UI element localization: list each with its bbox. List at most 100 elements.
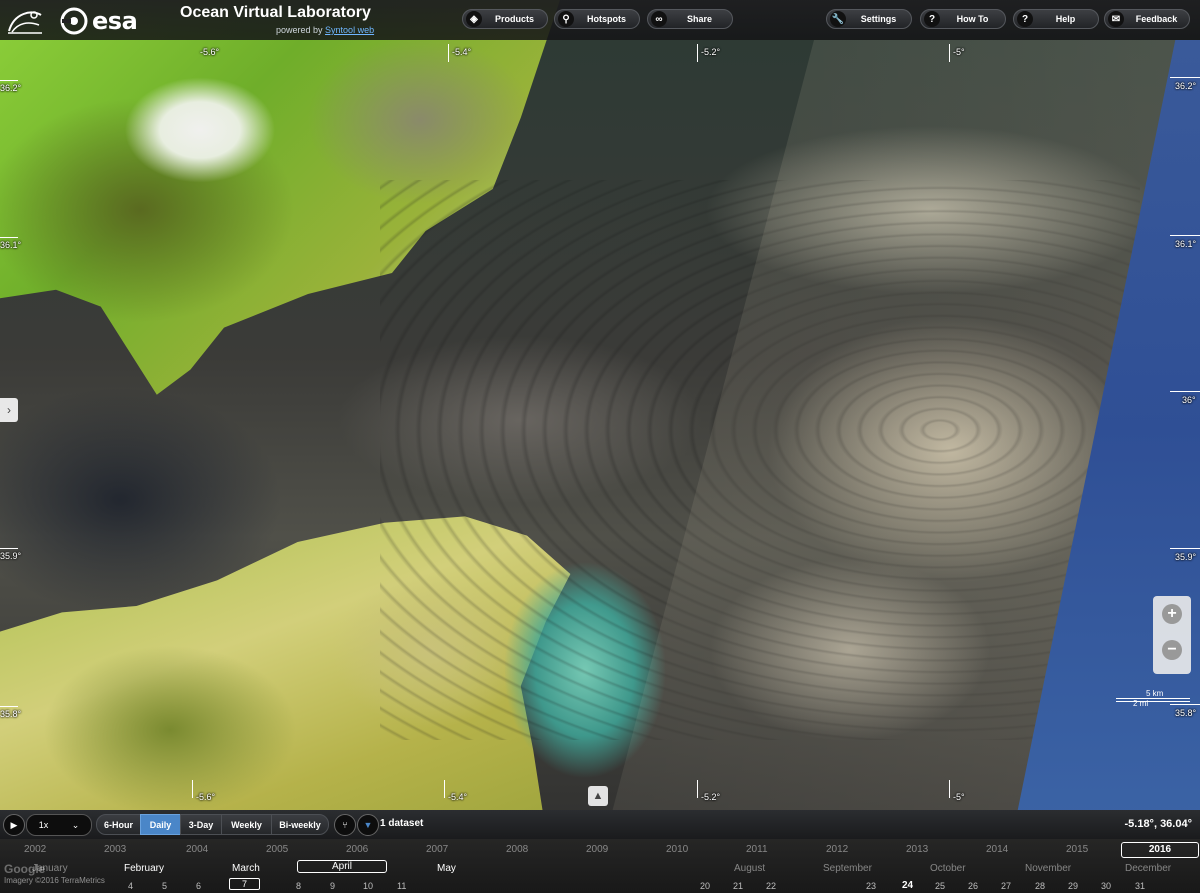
products-button[interactable]: ◈ Products (462, 9, 548, 29)
map-pin-icon: ⚲ (558, 11, 574, 27)
month-label[interactable]: March (232, 863, 260, 874)
current-year[interactable]: 2016 (1121, 842, 1199, 858)
settings-button-label: Settings (860, 14, 897, 24)
hotspots-button[interactable]: ⚲ Hotspots (554, 9, 640, 29)
day-label[interactable]: 30 (1101, 881, 1111, 891)
year-label[interactable]: 2014 (986, 844, 1008, 855)
month-label[interactable]: May (437, 863, 456, 874)
side-panel-toggle[interactable]: › (0, 398, 18, 422)
timeline-strip[interactable]: 2002 2003 2004 2005 2006 2007 2008 2009 … (0, 839, 1200, 893)
link-icon: ∞ (651, 11, 667, 27)
day-label[interactable]: 4 (128, 881, 133, 891)
zoom-in-button[interactable]: + (1162, 604, 1182, 624)
zoom-out-button[interactable]: − (1162, 640, 1182, 660)
howto-button[interactable]: ? How To (920, 9, 1006, 29)
period-3day[interactable]: 3-Day (180, 814, 222, 835)
day-label[interactable]: 31 (1135, 881, 1145, 891)
year-label[interactable]: 2012 (826, 844, 848, 855)
plus-icon: + (1167, 605, 1177, 622)
filter-button[interactable]: ▼ (357, 814, 379, 836)
year-label[interactable]: 2015 (1066, 844, 1088, 855)
grid-tick (949, 780, 950, 798)
year-label[interactable]: 2010 (666, 844, 688, 855)
scale-mi-label: 2 mi (1133, 699, 1149, 708)
chevron-down-icon: ⌄ (71, 819, 80, 830)
day-label[interactable]: 25 (935, 881, 945, 891)
day-label[interactable]: 9 (330, 881, 335, 891)
period-6hour[interactable]: 6-Hour (96, 814, 141, 835)
lon-label-bottom: -5.6° (196, 792, 216, 802)
day-label[interactable]: 10 (363, 881, 373, 891)
year-label[interactable]: 2013 (906, 844, 928, 855)
grid-tick (949, 44, 950, 62)
day-label[interactable]: 20 (700, 881, 710, 891)
question-icon: ? (924, 11, 940, 27)
year-label[interactable]: 2005 (266, 844, 288, 855)
play-button[interactable]: ▶ (3, 814, 25, 836)
year-label[interactable]: 2003 (104, 844, 126, 855)
syntool-link[interactable]: Syntool web (325, 25, 374, 35)
year-label[interactable]: 2006 (346, 844, 368, 855)
year-label[interactable]: 2009 (586, 844, 608, 855)
day-label[interactable]: 11 (397, 881, 406, 891)
grid-tick (697, 44, 698, 62)
day-label[interactable]: 5 (162, 881, 167, 891)
selected-day[interactable]: 7 (229, 878, 261, 890)
products-button-label: Products (494, 14, 534, 24)
speed-select[interactable]: 1x ⌄ (26, 814, 92, 836)
day-label[interactable]: 8 (296, 881, 301, 891)
grid-tick (0, 706, 18, 707)
wrench-icon: 🔧 (830, 11, 846, 27)
day-label[interactable]: 22 (766, 881, 776, 891)
highlighted-day[interactable]: 24 (902, 880, 913, 891)
powered-by: powered by Syntool web (276, 25, 374, 35)
lat-label-left: 36.2° (0, 83, 22, 93)
grid-tick (1170, 235, 1200, 236)
period-biweekly[interactable]: Bi-weekly (271, 814, 329, 835)
feedback-button[interactable]: ✉ Feedback (1104, 9, 1190, 29)
year-label[interactable]: 2011 (746, 844, 768, 855)
period-daily[interactable]: Daily (140, 814, 181, 835)
grid-tick (192, 780, 193, 798)
layers-icon: ◈ (466, 11, 482, 27)
grid-tick (1170, 391, 1200, 392)
help-button[interactable]: ? Help (1013, 9, 1099, 29)
expand-timeline-button[interactable]: ▲ (588, 786, 608, 806)
day-label[interactable]: 29 (1068, 881, 1078, 891)
map-canvas[interactable] (0, 0, 1200, 893)
day-label[interactable]: 23 (866, 881, 876, 891)
month-label[interactable]: February (124, 863, 164, 874)
month-label[interactable]: September (823, 863, 872, 874)
scale-km-label: 5 km (1146, 689, 1164, 698)
year-label[interactable]: 2008 (506, 844, 528, 855)
month-label[interactable]: October (930, 863, 966, 874)
year-label[interactable]: 2004 (186, 844, 208, 855)
day-label[interactable]: 27 (1001, 881, 1011, 891)
period-weekly[interactable]: Weekly (221, 814, 272, 835)
day-label[interactable]: 21 (733, 881, 743, 891)
selected-month[interactable]: April (297, 860, 388, 873)
triangle-up-icon: ▲ (592, 790, 604, 802)
month-label[interactable]: November (1025, 863, 1071, 874)
lat-label-left: 35.9° (0, 551, 22, 561)
lon-label-bottom: -5.2° (701, 792, 721, 802)
lon-label-bottom: -5.4° (448, 792, 468, 802)
settings-button[interactable]: 🔧 Settings (826, 9, 912, 29)
share-button[interactable]: ∞ Share (647, 9, 733, 29)
esa-logo: esa (60, 6, 150, 36)
day-label[interactable]: 26 (968, 881, 978, 891)
lon-label-top: -5.2° (701, 47, 721, 57)
year-label[interactable]: 2002 (24, 844, 46, 855)
ovl-logo-icon (8, 11, 42, 34)
month-label[interactable]: August (734, 863, 765, 874)
app-title: Ocean Virtual Laboratory (180, 4, 371, 21)
speed-value: 1x (38, 820, 49, 830)
branch-filter-button[interactable]: ⑂ (334, 814, 356, 836)
lat-label-right: 35.9° (1175, 552, 1197, 562)
year-label[interactable]: 2007 (426, 844, 448, 855)
day-label[interactable]: 28 (1035, 881, 1045, 891)
lon-label-top: -5.6° (200, 47, 220, 57)
month-label[interactable]: December (1125, 863, 1171, 874)
day-label[interactable]: 6 (196, 881, 201, 891)
grid-tick (1170, 77, 1200, 78)
